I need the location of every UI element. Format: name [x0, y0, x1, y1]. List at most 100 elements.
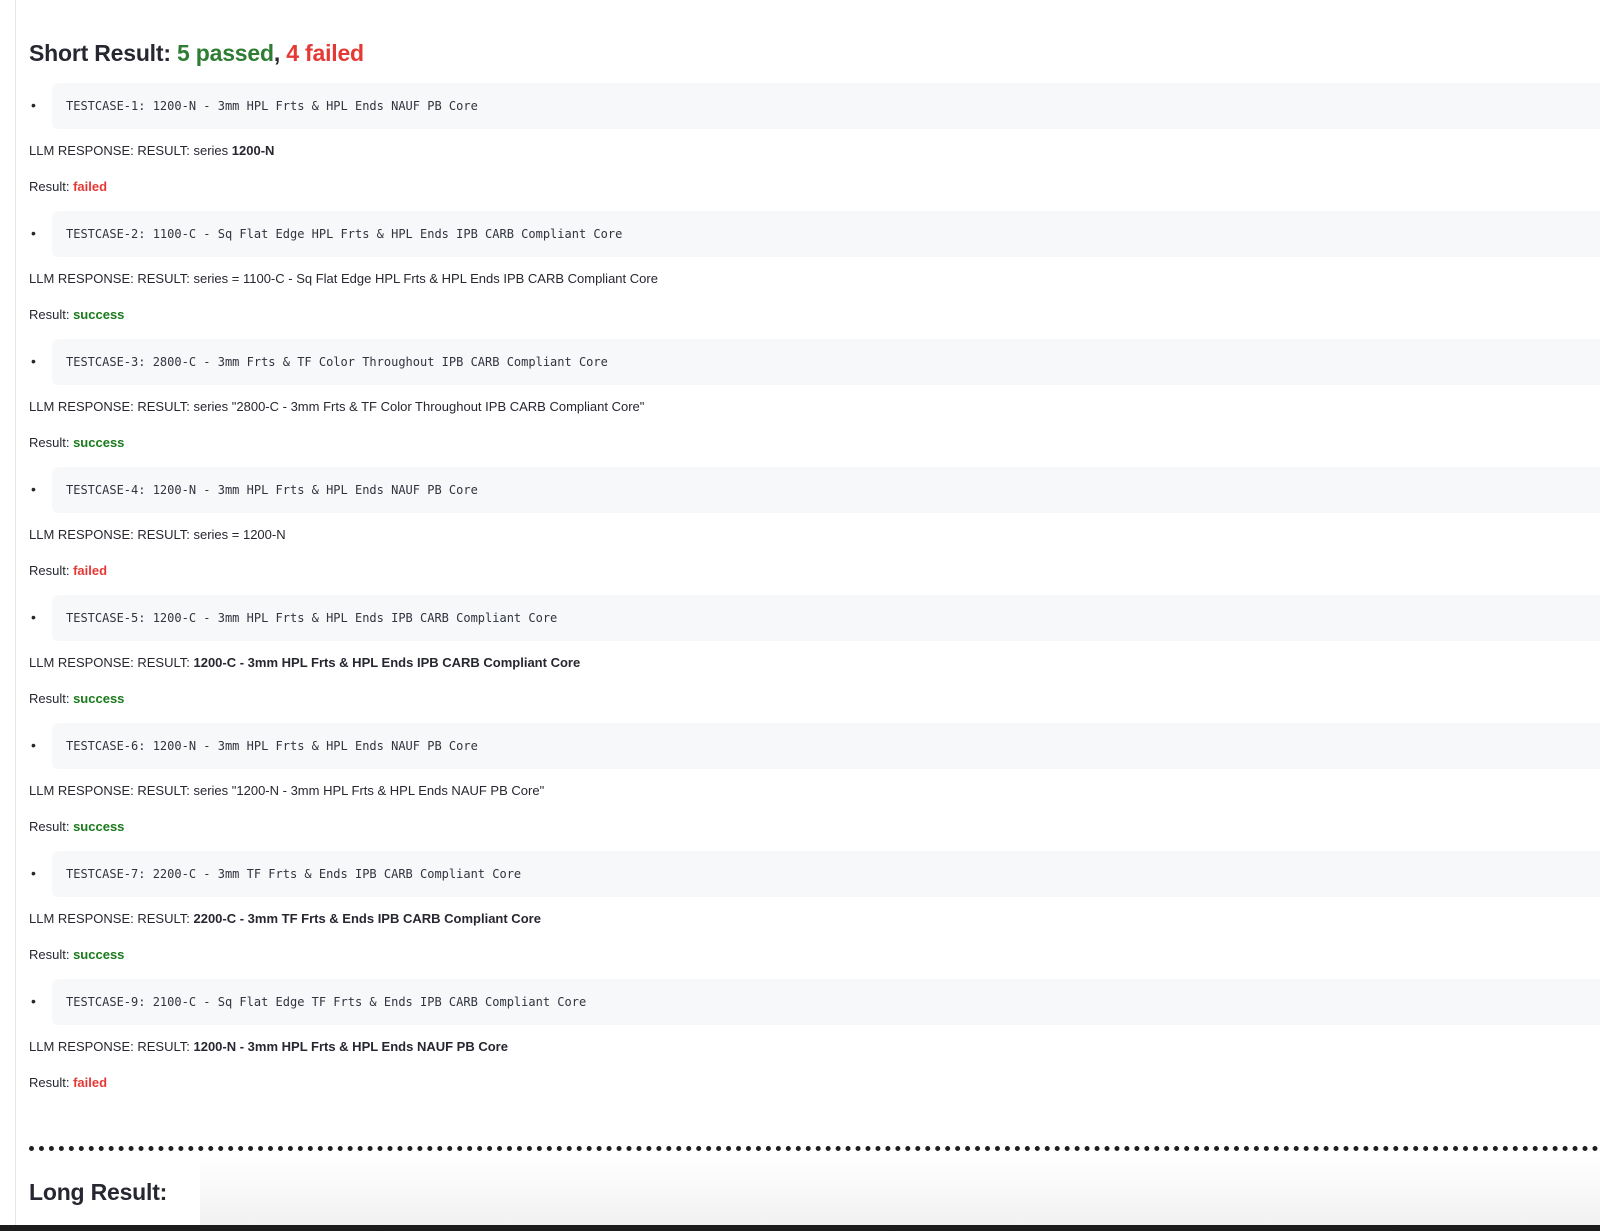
llm-response-label: LLM RESPONSE: RESULT: — [29, 1039, 194, 1054]
testcase-row: • TESTCASE-3: 2800-C - 3mm Frts & TF Col… — [29, 339, 1600, 385]
testcase-row: • TESTCASE-9: 2100-C - Sq Flat Edge TF F… — [29, 979, 1600, 1025]
testcase-row: • TESTCASE-1: 1200-N - 3mm HPL Frts & HP… — [29, 83, 1600, 129]
result-status: success — [73, 819, 125, 834]
result-label: Result: — [29, 819, 74, 834]
bullet-marker: • — [31, 993, 36, 1009]
llm-response-bold: 2200-C - 3mm TF Frts & Ends IPB CARB Com… — [193, 911, 541, 926]
bullet-marker: • — [31, 225, 36, 241]
short-result-label: Short Result: — [29, 40, 177, 66]
testcase-code-block[interactable]: TESTCASE-6: 1200-N - 3mm HPL Frts & HPL … — [52, 723, 1600, 769]
llm-response-line: LLM RESPONSE: RESULT: series = 1100-C - … — [29, 270, 658, 288]
summary-separator: , — [273, 40, 287, 66]
result-label: Result: — [29, 307, 74, 322]
testcase-row: • TESTCASE-5: 1200-C - 3mm HPL Frts & HP… — [29, 595, 1600, 641]
short-result-heading: Short Result: 5 passed, 4 failed — [29, 38, 364, 68]
bottom-shadow — [200, 1155, 1600, 1225]
llm-response-line: LLM RESPONSE: RESULT: series = 1200-N — [29, 526, 286, 544]
result-label: Result: — [29, 691, 74, 706]
llm-response-plain: series "1200-N - 3mm HPL Frts & HPL Ends… — [193, 783, 545, 798]
testcase-code-block[interactable]: TESTCASE-3: 2800-C - 3mm Frts & TF Color… — [52, 339, 1600, 385]
llm-response-plain: series "2800-C - 3mm Frts & TF Color Thr… — [193, 399, 645, 414]
result-line: Result: success — [29, 818, 124, 836]
testcase-item-5: • TESTCASE-5: 1200-C - 3mm HPL Frts & HP… — [29, 595, 1600, 706]
testcase-code-block[interactable]: TESTCASE-7: 2200-C - 3mm TF Frts & Ends … — [52, 851, 1600, 897]
testcase-code-text: TESTCASE-4: 1200-N - 3mm HPL Frts & HPL … — [66, 483, 478, 497]
llm-response-line: LLM RESPONSE: RESULT: series 1200-N — [29, 142, 274, 160]
testcase-code-block[interactable]: TESTCASE-2: 1100-C - Sq Flat Edge HPL Fr… — [52, 211, 1600, 257]
testcase-code-text: TESTCASE-3: 2800-C - 3mm Frts & TF Color… — [66, 355, 608, 369]
testcase-code-text: TESTCASE-7: 2200-C - 3mm TF Frts & Ends … — [66, 867, 522, 881]
llm-response-label: LLM RESPONSE: RESULT: — [29, 527, 194, 542]
result-status: success — [73, 435, 125, 450]
bullet-marker: • — [31, 865, 36, 881]
llm-response-line: LLM RESPONSE: RESULT: series "1200-N - 3… — [29, 782, 544, 800]
bottom-window-edge — [0, 1225, 1600, 1231]
llm-response-line: LLM RESPONSE: RESULT: 1200-N - 3mm HPL F… — [29, 1038, 508, 1056]
result-line: Result: success — [29, 690, 124, 708]
llm-response-bold: 1200-N - 3mm HPL Frts & HPL Ends NAUF PB… — [193, 1039, 508, 1054]
testcase-item-3: • TESTCASE-3: 2800-C - 3mm Frts & TF Col… — [29, 339, 1600, 450]
llm-response-label: LLM RESPONSE: RESULT: — [29, 399, 194, 414]
testcase-code-block[interactable]: TESTCASE-4: 1200-N - 3mm HPL Frts & HPL … — [52, 467, 1600, 513]
llm-response-line: LLM RESPONSE: RESULT: 2200-C - 3mm TF Fr… — [29, 910, 541, 928]
testcase-code-text: TESTCASE-6: 1200-N - 3mm HPL Frts & HPL … — [66, 739, 478, 753]
llm-response-label: LLM RESPONSE: RESULT: — [29, 143, 194, 158]
bullet-marker: • — [31, 481, 36, 497]
llm-response-label: LLM RESPONSE: RESULT: — [29, 655, 194, 670]
llm-response-bold: 1200-N — [231, 143, 275, 158]
testcase-code-block[interactable]: TESTCASE-5: 1200-C - 3mm HPL Frts & HPL … — [52, 595, 1600, 641]
result-label: Result: — [29, 947, 74, 962]
llm-response-label: LLM RESPONSE: RESULT: — [29, 271, 194, 286]
llm-response-label: LLM RESPONSE: RESULT: — [29, 783, 194, 798]
llm-response-line: LLM RESPONSE: RESULT: 1200-C - 3mm HPL F… — [29, 654, 580, 672]
llm-response-plain: series = 1200-N — [193, 527, 286, 542]
result-status: success — [73, 947, 125, 962]
testcase-code-block[interactable]: TESTCASE-9: 2100-C - Sq Flat Edge TF Frt… — [52, 979, 1600, 1025]
llm-response-plain: series — [193, 143, 232, 158]
testcase-code-text: TESTCASE-9: 2100-C - Sq Flat Edge TF Frt… — [66, 995, 587, 1009]
llm-response-bold: 1200-C - 3mm HPL Frts & HPL Ends IPB CAR… — [193, 655, 581, 670]
result-line: Result: success — [29, 306, 124, 324]
result-line: Result: success — [29, 946, 124, 964]
result-status: success — [73, 691, 125, 706]
testcase-row: • TESTCASE-4: 1200-N - 3mm HPL Frts & HP… — [29, 467, 1600, 513]
bullet-marker: • — [31, 609, 36, 625]
testcase-item-7: • TESTCASE-7: 2200-C - 3mm TF Frts & End… — [29, 851, 1600, 962]
result-label: Result: — [29, 435, 74, 450]
section-divider — [29, 1146, 1600, 1151]
testcase-item-2: • TESTCASE-2: 1100-C - Sq Flat Edge HPL … — [29, 211, 1600, 322]
llm-response-plain: series = 1100-C - Sq Flat Edge HPL Frts … — [193, 271, 658, 286]
testcase-item-6: • TESTCASE-6: 1200-N - 3mm HPL Frts & HP… — [29, 723, 1600, 834]
left-border — [15, 0, 16, 1231]
testcase-row: • TESTCASE-6: 1200-N - 3mm HPL Frts & HP… — [29, 723, 1600, 769]
result-label: Result: — [29, 179, 74, 194]
result-line: Result: failed — [29, 562, 107, 580]
llm-response-label: LLM RESPONSE: RESULT: — [29, 911, 194, 926]
result-label: Result: — [29, 1075, 74, 1090]
testcase-row: • TESTCASE-7: 2200-C - 3mm TF Frts & End… — [29, 851, 1600, 897]
testcase-item-4: • TESTCASE-4: 1200-N - 3mm HPL Frts & HP… — [29, 467, 1600, 578]
testcase-item-8: • TESTCASE-9: 2100-C - Sq Flat Edge TF F… — [29, 979, 1600, 1090]
bullet-marker: • — [31, 737, 36, 753]
failed-count: 4 failed — [286, 40, 364, 66]
long-result-heading: Long Result: — [29, 1179, 168, 1205]
result-line: Result: failed — [29, 178, 107, 196]
app-viewport: Short Result: 5 passed, 4 failed • TESTC… — [0, 0, 1600, 1231]
passed-count: 5 passed — [176, 40, 274, 66]
testcase-code-block[interactable]: TESTCASE-1: 1200-N - 3mm HPL Frts & HPL … — [52, 83, 1600, 129]
testcase-code-text: TESTCASE-1: 1200-N - 3mm HPL Frts & HPL … — [66, 99, 478, 113]
testcase-item-1: • TESTCASE-1: 1200-N - 3mm HPL Frts & HP… — [29, 83, 1600, 194]
result-status: failed — [73, 1075, 108, 1090]
result-status: success — [73, 307, 125, 322]
llm-response-line: LLM RESPONSE: RESULT: series "2800-C - 3… — [29, 398, 644, 416]
result-line: Result: success — [29, 434, 124, 452]
testcase-code-text: TESTCASE-5: 1200-C - 3mm HPL Frts & HPL … — [66, 611, 558, 625]
bullet-marker: • — [31, 353, 36, 369]
result-label: Result: — [29, 563, 74, 578]
bullet-marker: • — [31, 97, 36, 113]
result-status: failed — [73, 563, 108, 578]
testcase-code-text: TESTCASE-2: 1100-C - Sq Flat Edge HPL Fr… — [66, 227, 623, 241]
result-status: failed — [73, 179, 108, 194]
testcase-row: • TESTCASE-2: 1100-C - Sq Flat Edge HPL … — [29, 211, 1600, 257]
result-line: Result: failed — [29, 1074, 107, 1092]
